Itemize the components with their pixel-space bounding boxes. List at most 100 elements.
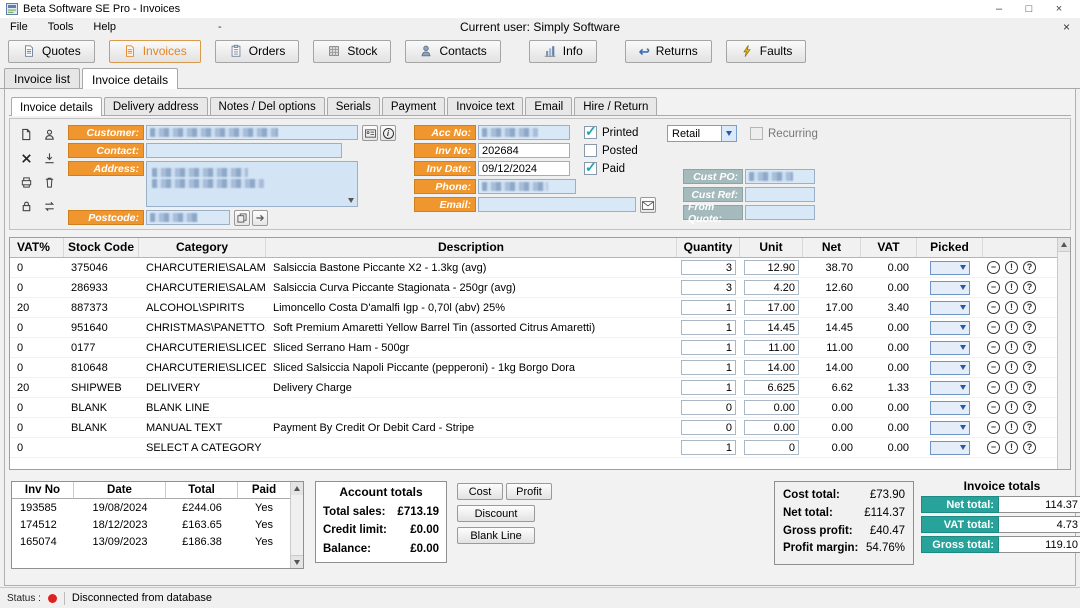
menu-help[interactable]: Help [83,21,126,33]
cust-ref-field[interactable] [745,187,815,202]
picked-dropdown[interactable] [930,301,970,315]
history-scrollbar[interactable] [290,482,303,568]
quantity-input[interactable] [681,320,736,335]
send-email-button[interactable] [640,197,656,213]
cust-po-field[interactable] [745,169,815,184]
map-lookup-button[interactable] [252,210,268,226]
tab-invoice-details[interactable]: Invoice details [82,68,178,89]
invoice-line-row[interactable]: 0 286933 CHARCUTERIE\SALAM... Salsiccia … [10,278,1057,298]
transfer-button[interactable] [39,196,60,217]
paid-checkbox[interactable] [584,162,597,175]
invoice-line-row[interactable]: 0 BLANK BLANK LINE 0.00 0.00 − ! ? [10,398,1057,418]
quantity-input[interactable] [681,420,736,435]
remove-line-button[interactable]: − [987,341,1000,354]
remove-line-button[interactable]: − [987,301,1000,314]
line-info-button[interactable]: ! [1005,381,1018,394]
line-info-button[interactable]: ! [1005,321,1018,334]
dtab-delivery-address[interactable]: Delivery address [104,97,208,115]
address-field[interactable] [146,161,358,207]
minimize-button[interactable]: – [984,3,1014,15]
discount-button[interactable]: Discount [457,505,535,522]
remove-line-button[interactable]: − [987,281,1000,294]
orders-button[interactable]: Orders [215,40,300,63]
line-info-button[interactable]: ! [1005,441,1018,454]
line-help-button[interactable]: ? [1023,441,1036,454]
remove-line-button[interactable]: − [987,321,1000,334]
dtab-notes-del-options[interactable]: Notes / Del options [210,97,325,115]
info-button[interactable]: Info [529,40,597,63]
picked-dropdown[interactable] [930,401,970,415]
customer-info-button[interactable]: i [380,125,396,141]
trash-button[interactable] [39,172,60,193]
unit-input[interactable] [744,420,799,435]
line-help-button[interactable]: ? [1023,401,1036,414]
new-invoice-button[interactable] [16,124,37,145]
invoice-line-row[interactable]: 0 951640 CHRISTMAS\PANETTO... Soft Premi… [10,318,1057,338]
line-help-button[interactable]: ? [1023,281,1036,294]
invoices-button[interactable]: Invoices [109,40,201,63]
history-row[interactable]: 165074 13/09/2023 £186.38 Yes [12,533,290,550]
posted-checkbox[interactable] [584,144,597,157]
printed-checkbox-row[interactable]: Printed [584,126,638,139]
line-info-button[interactable]: ! [1005,421,1018,434]
recurring-checkbox-row[interactable]: Recurring [750,127,818,140]
unit-input[interactable] [744,440,799,455]
line-info-button[interactable]: ! [1005,301,1018,314]
line-info-button[interactable]: ! [1005,401,1018,414]
invoice-line-row[interactable]: 0 375046 CHARCUTERIE\SALAM... Salsiccia … [10,258,1057,278]
unit-input[interactable] [744,280,799,295]
quantity-input[interactable] [681,360,736,375]
line-help-button[interactable]: ? [1023,361,1036,374]
save-invoice-button[interactable] [39,148,60,169]
posted-checkbox-row[interactable]: Posted [584,144,638,157]
lock-button[interactable] [16,196,37,217]
remove-line-button[interactable]: − [987,441,1000,454]
line-info-button[interactable]: ! [1005,361,1018,374]
scroll-up-button[interactable] [1058,238,1070,252]
line-info-button[interactable]: ! [1005,281,1018,294]
history-scroll-down-button[interactable] [291,555,303,568]
unit-input[interactable] [744,300,799,315]
line-help-button[interactable]: ? [1023,301,1036,314]
invoice-line-row[interactable]: 20 887373 ALCOHOL\SPIRITS Limoncello Cos… [10,298,1057,318]
invoice-line-row[interactable]: 0 810648 CHARCUTERIE\SLICED ... Sliced S… [10,358,1057,378]
printed-checkbox[interactable] [584,126,597,139]
cost-button[interactable]: Cost [457,483,503,500]
maximize-button[interactable]: □ [1014,3,1044,15]
stock-button[interactable]: Stock [313,40,391,63]
dtab-invoice-details[interactable]: Invoice details [11,97,102,116]
unit-input[interactable] [744,320,799,335]
line-help-button[interactable]: ? [1023,321,1036,334]
invoice-line-row[interactable]: 0 BLANK MANUAL TEXT Payment By Credit Or… [10,418,1057,438]
delete-invoice-button[interactable] [16,148,37,169]
quantity-input[interactable] [681,340,736,355]
from-quote-field[interactable] [745,205,815,220]
remove-line-button[interactable]: − [987,261,1000,274]
postcode-field[interactable] [146,210,230,225]
profit-button[interactable]: Profit [506,483,552,500]
line-info-button[interactable]: ! [1005,261,1018,274]
email-field[interactable] [478,197,636,212]
quantity-input[interactable] [681,440,736,455]
picked-dropdown[interactable] [930,441,970,455]
picked-dropdown[interactable] [930,361,970,375]
paid-checkbox-row[interactable]: Paid [584,162,625,175]
invoice-line-row[interactable]: 0 0177 CHARCUTERIE\SLICED ... Sliced Ser… [10,338,1057,358]
menu-tools[interactable]: Tools [38,21,84,33]
unit-input[interactable] [744,380,799,395]
dtab-payment[interactable]: Payment [382,97,445,115]
customer-field[interactable] [146,125,358,140]
dtab-serials[interactable]: Serials [327,97,380,115]
close-button[interactable]: × [1044,3,1074,15]
invoice-line-row[interactable]: 20 SHIPWEB DELIVERY Delivery Charge 6.62… [10,378,1057,398]
history-scroll-up-button[interactable] [291,482,303,495]
dtab-hire-return[interactable]: Hire / Return [574,97,657,115]
line-info-button[interactable]: ! [1005,341,1018,354]
recurring-checkbox[interactable] [750,127,763,140]
quantity-input[interactable] [681,300,736,315]
contact-field[interactable] [146,143,342,158]
picked-dropdown[interactable] [930,261,970,275]
unit-input[interactable] [744,400,799,415]
returns-button[interactable]: ↩ Returns [625,40,712,63]
line-help-button[interactable]: ? [1023,261,1036,274]
